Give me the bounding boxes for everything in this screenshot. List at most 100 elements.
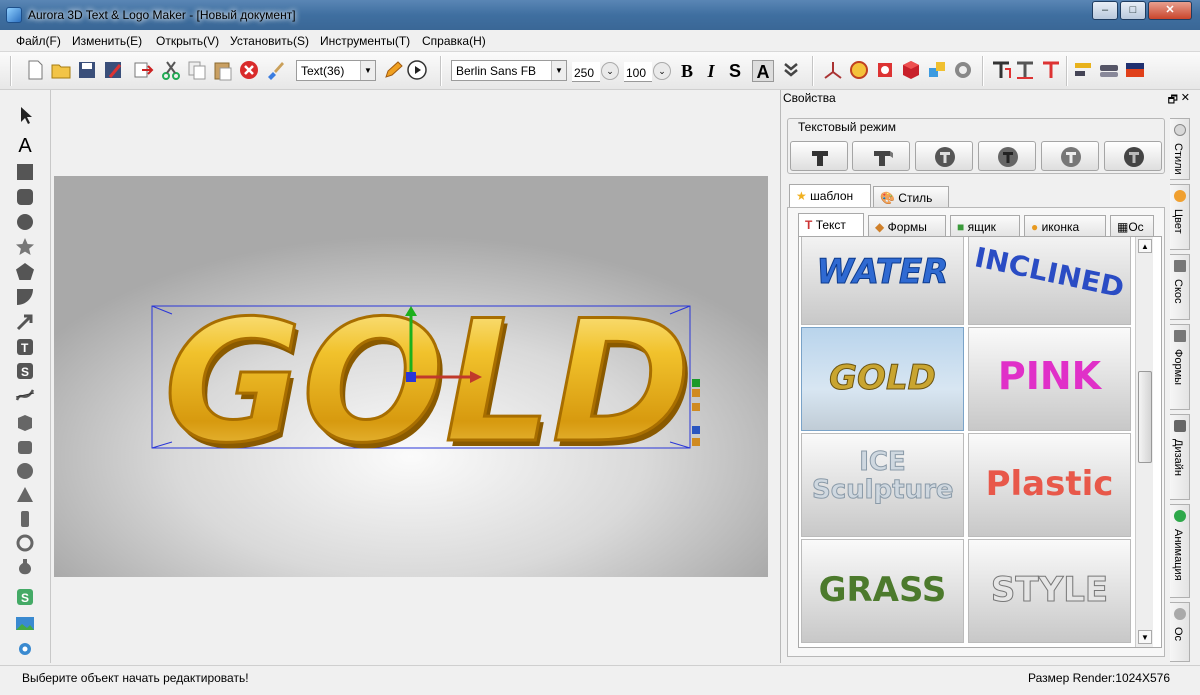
tab-shapes[interactable]: ◆ Формы: [868, 215, 946, 237]
menu-settings[interactable]: Установить(S): [230, 34, 309, 48]
quarter-shape-tool-icon[interactable]: [14, 286, 36, 308]
side-tab-bevel[interactable]: Скос: [1170, 254, 1190, 320]
text-mode-round-4[interactable]: [1104, 141, 1162, 171]
play-icon[interactable]: [406, 59, 428, 81]
bold-button[interactable]: B: [676, 60, 698, 82]
template-inclined[interactable]: INCLINED: [968, 237, 1131, 325]
side-tab-color[interactable]: Цвет: [1170, 184, 1190, 250]
scroll-thumb[interactable]: [1138, 371, 1152, 463]
new-document-icon[interactable]: [24, 59, 46, 81]
vase-3d-tool-icon[interactable]: [14, 556, 36, 578]
template-pink[interactable]: PINK: [968, 327, 1131, 431]
box-3d-tool-icon[interactable]: [14, 412, 36, 434]
circle-tool-icon[interactable]: [14, 211, 36, 233]
image-library-icon[interactable]: [14, 612, 36, 634]
pin-icon[interactable]: 🗗: [1168, 91, 1178, 110]
side-tab-other[interactable]: Ос: [1170, 602, 1190, 662]
handle-icon[interactable]: [692, 438, 700, 446]
gizmo-center[interactable]: [406, 372, 416, 382]
object-select[interactable]: Text(36) ▼: [296, 60, 376, 81]
save-icon[interactable]: [76, 59, 98, 81]
maximize-button[interactable]: □: [1120, 1, 1146, 20]
symbol-library-icon[interactable]: S: [14, 586, 36, 608]
paste-icon[interactable]: [212, 59, 234, 81]
side-tab-design[interactable]: Дизайн: [1170, 414, 1190, 500]
star-tool-icon[interactable]: [14, 236, 36, 258]
column-3d-tool-icon[interactable]: [14, 508, 36, 530]
puzzle-icon[interactable]: [926, 59, 948, 81]
template-plastic[interactable]: Plastic: [968, 433, 1131, 537]
text-tool-icon[interactable]: A: [14, 135, 36, 157]
text-mode-flat[interactable]: [790, 141, 848, 171]
material-icon[interactable]: [848, 59, 870, 81]
tab-style[interactable]: 🎨 Стиль: [873, 186, 949, 208]
text-box-tool-icon[interactable]: T: [14, 336, 36, 358]
brush-icon[interactable]: [264, 59, 286, 81]
text-mode-round-2[interactable]: [978, 141, 1036, 171]
shadow-button[interactable]: S: [724, 60, 746, 82]
render-canvas[interactable]: GOLD GOLD: [54, 176, 768, 577]
menu-file[interactable]: Файл(F): [16, 34, 61, 48]
align-icon[interactable]: [1072, 59, 1094, 81]
rounded-rect-tool-icon[interactable]: [14, 186, 36, 208]
gold-3d-text[interactable]: GOLD: [163, 283, 693, 482]
outline-button[interactable]: A: [752, 60, 774, 82]
side-tab-shapes[interactable]: Формы: [1170, 324, 1190, 410]
layers-icon[interactable]: [1098, 59, 1120, 81]
text-effect-3-icon[interactable]: [1040, 59, 1062, 81]
background-image-icon[interactable]: [1124, 59, 1146, 81]
export-icon[interactable]: [132, 59, 154, 81]
scroll-down-icon[interactable]: ▼: [1138, 630, 1152, 644]
tab-icons[interactable]: ● иконка: [1024, 215, 1106, 237]
pencil-icon[interactable]: [382, 59, 404, 81]
menu-help[interactable]: Справка(H): [422, 34, 486, 48]
thumbnail-scrollbar[interactable]: ▲ ▼: [1135, 237, 1153, 647]
font-select[interactable]: Berlin Sans FB ▼: [451, 60, 567, 81]
select-arrow-icon[interactable]: [14, 104, 36, 126]
italic-button[interactable]: I: [700, 60, 722, 82]
delete-icon[interactable]: [238, 59, 260, 81]
open-folder-icon[interactable]: [50, 59, 72, 81]
depth-field[interactable]: 100: [624, 62, 652, 82]
template-gold[interactable]: GOLD: [801, 327, 964, 431]
settings-gear-icon[interactable]: [14, 638, 36, 660]
font-size-spin[interactable]: ⌄: [601, 62, 619, 80]
minimize-button[interactable]: –: [1092, 1, 1118, 20]
handle-icon[interactable]: [692, 389, 700, 397]
texture-icon[interactable]: [874, 59, 896, 81]
arrow-tool-icon[interactable]: [14, 311, 36, 333]
text-effect-2-icon[interactable]: [1014, 59, 1036, 81]
menu-edit[interactable]: Изменить(E): [72, 34, 142, 48]
cube-icon[interactable]: [900, 59, 922, 81]
menu-tools[interactable]: Инструменты(T): [320, 34, 410, 48]
pentagon-tool-icon[interactable]: [14, 261, 36, 283]
save-as-icon[interactable]: [102, 59, 124, 81]
symbol-tool-icon[interactable]: S: [14, 360, 36, 382]
template-ice[interactable]: ICE Sculpture: [801, 433, 964, 537]
depth-spin[interactable]: ⌄: [653, 62, 671, 80]
panel-close-icon[interactable]: ✕: [1181, 91, 1190, 104]
template-style[interactable]: STYLE: [968, 539, 1131, 643]
menu-open[interactable]: Открыть(V): [156, 34, 219, 48]
side-tab-styles[interactable]: Стили: [1170, 118, 1190, 180]
font-size-field[interactable]: 250: [572, 62, 600, 82]
scroll-up-icon[interactable]: ▲: [1138, 239, 1152, 253]
tab-other[interactable]: ▦Ос: [1110, 215, 1154, 237]
tab-template[interactable]: ★ шаблон: [789, 184, 871, 208]
cylinder-3d-tool-icon[interactable]: [14, 436, 36, 458]
tab-text[interactable]: T Текст: [798, 213, 864, 237]
handle-icon[interactable]: [692, 403, 700, 411]
path-tool-icon[interactable]: [14, 384, 36, 406]
side-tab-animation[interactable]: Анимация: [1170, 504, 1190, 598]
text-mode-extrude[interactable]: [852, 141, 910, 171]
tab-box[interactable]: ■ ящик: [950, 215, 1020, 237]
axis-icon[interactable]: [822, 59, 844, 81]
handle-icon[interactable]: [692, 426, 700, 434]
handle-icon[interactable]: [692, 379, 700, 387]
template-grass[interactable]: GRASS: [801, 539, 964, 643]
sphere-3d-tool-icon[interactable]: [14, 460, 36, 482]
rectangle-tool-icon[interactable]: [14, 161, 36, 183]
torus-3d-tool-icon[interactable]: [14, 532, 36, 554]
text-effect-1-icon[interactable]: [990, 59, 1012, 81]
template-water[interactable]: WATER: [801, 237, 964, 325]
